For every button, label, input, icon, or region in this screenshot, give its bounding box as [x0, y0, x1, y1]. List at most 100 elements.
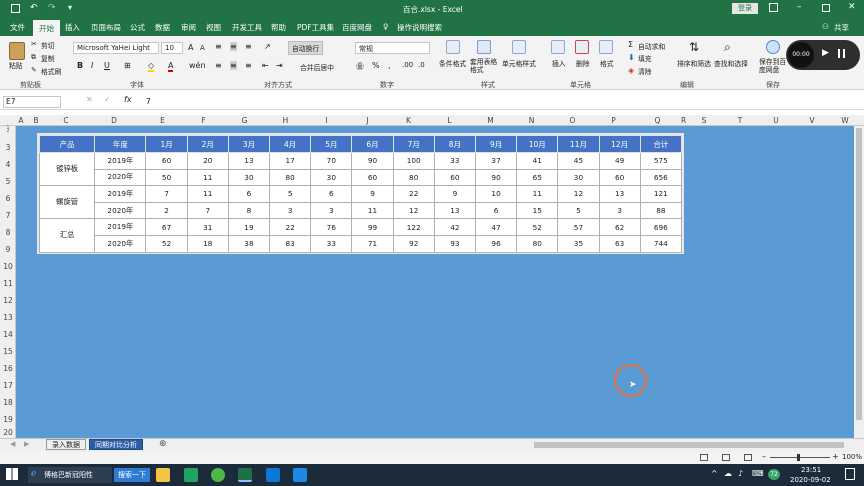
row-header[interactable]: 16: [0, 360, 16, 377]
format-cells-button[interactable]: 格式: [600, 58, 614, 68]
bold-icon[interactable]: B: [77, 61, 83, 70]
value-cell[interactable]: 13: [433, 201, 476, 220]
pause-icon[interactable]: [838, 49, 845, 58]
value-cell[interactable]: 60: [598, 168, 641, 187]
cell-styles-button[interactable]: 单元格样式: [502, 58, 536, 68]
value-cell[interactable]: 38: [227, 234, 271, 253]
name-box[interactable]: E7: [3, 96, 61, 108]
customize-qat-icon[interactable]: ▾: [68, 3, 72, 12]
cut-icon[interactable]: ✂: [31, 40, 37, 48]
value-cell[interactable]: 10: [474, 185, 518, 203]
align-left-icon[interactable]: ≡: [215, 61, 222, 70]
header-cell[interactable]: 11月: [557, 135, 600, 153]
tab-review[interactable]: 审阅: [181, 22, 196, 33]
autosum-button[interactable]: 自动求和: [638, 41, 665, 51]
tab-file[interactable]: 文件: [10, 22, 25, 33]
zoom-slider[interactable]: [770, 457, 830, 458]
value-cell[interactable]: 5: [269, 185, 312, 203]
tray-expand-icon[interactable]: ^: [711, 469, 718, 478]
save-icon[interactable]: [11, 4, 20, 13]
value-cell[interactable]: 80: [392, 168, 435, 187]
value-cell[interactable]: 11: [516, 185, 559, 203]
value-cell[interactable]: 47: [474, 218, 518, 236]
row-header[interactable]: 4: [0, 156, 16, 173]
row-header[interactable]: 14: [0, 326, 16, 343]
clear-icon[interactable]: ◈: [628, 66, 634, 75]
clear-button[interactable]: 清除: [638, 66, 652, 76]
value-cell[interactable]: 90: [474, 168, 518, 187]
header-cell[interactable]: 3月: [227, 135, 271, 153]
tab-page-layout[interactable]: 页面布局: [91, 22, 121, 33]
add-sheet-icon[interactable]: ⊕: [159, 439, 167, 449]
value-cell[interactable]: 11: [351, 201, 394, 220]
format-as-table-button[interactable]: 套用表格格式: [470, 58, 498, 74]
column-header[interactable]: H: [265, 115, 306, 126]
column-header[interactable]: E: [142, 115, 183, 126]
cell-styles-icon[interactable]: [512, 40, 526, 54]
underline-icon[interactable]: U: [104, 61, 110, 70]
header-cell[interactable]: 6月: [351, 135, 394, 153]
value-cell[interactable]: 15: [516, 201, 559, 220]
login-button[interactable]: 登录: [732, 3, 758, 14]
sheet-tab[interactable]: 录入数据: [46, 439, 86, 450]
cancel-entry-icon[interactable]: ✕: [86, 95, 93, 104]
value-cell[interactable]: 575: [639, 152, 683, 170]
prev-sheet-icon[interactable]: ◀: [10, 440, 15, 448]
browser-tab-title[interactable]: 博格巴新冠阳性: [44, 470, 93, 480]
merge-center-button[interactable]: 合并后居中: [300, 62, 334, 72]
paste-button[interactable]: 粘贴: [9, 60, 23, 70]
conditional-format-icon[interactable]: [446, 40, 460, 54]
share-button[interactable]: 共享: [834, 22, 849, 33]
tab-insert[interactable]: 插入: [65, 22, 80, 33]
value-cell[interactable]: 3: [598, 201, 641, 220]
column-header[interactable]: B: [26, 115, 46, 126]
value-cell[interactable]: 30: [310, 168, 353, 187]
value-cell[interactable]: 88: [639, 201, 683, 220]
format-painter-button[interactable]: 格式刷: [41, 66, 61, 76]
value-cell[interactable]: 3: [269, 201, 312, 220]
value-cell[interactable]: 100: [392, 152, 435, 170]
value-cell[interactable]: 656: [639, 168, 683, 187]
value-cell[interactable]: 122: [392, 218, 435, 236]
row-header[interactable]: 3: [0, 139, 16, 156]
value-cell[interactable]: 52: [516, 218, 559, 236]
value-cell[interactable]: 76: [310, 218, 353, 236]
header-cell[interactable]: 8月: [433, 135, 476, 153]
column-header[interactable]: J: [347, 115, 388, 126]
value-cell[interactable]: 8: [227, 201, 271, 220]
format-cells-icon[interactable]: [599, 40, 613, 54]
decrease-indent-icon[interactable]: ⇤: [262, 61, 269, 70]
value-cell[interactable]: 80: [516, 234, 559, 253]
value-cell[interactable]: 60: [351, 168, 394, 187]
search-button[interactable]: 搜索一下: [114, 468, 150, 482]
row-header[interactable]: 5: [0, 173, 16, 190]
row-header[interactable]: 2: [0, 129, 16, 133]
value-cell[interactable]: 92: [392, 234, 435, 253]
delete-cells-button[interactable]: 删除: [576, 58, 590, 68]
value-cell[interactable]: 9: [351, 185, 394, 203]
row-header[interactable]: 12: [0, 292, 16, 309]
insert-cells-button[interactable]: 插入: [552, 58, 566, 68]
column-header[interactable]: S: [686, 115, 722, 126]
value-cell[interactable]: 13: [227, 152, 271, 170]
value-cell[interactable]: 60: [433, 168, 476, 187]
row-header[interactable]: 19: [0, 411, 16, 428]
header-cell[interactable]: 7月: [392, 135, 435, 153]
increase-indent-icon[interactable]: ⇥: [276, 61, 283, 70]
header-cell[interactable]: 12月: [598, 135, 641, 153]
row-header[interactable]: 11: [0, 275, 16, 292]
value-cell[interactable]: 57: [557, 218, 600, 236]
header-cell[interactable]: 产品: [38, 135, 96, 153]
year-cell[interactable]: 2019年: [94, 152, 147, 170]
video-app-icon[interactable]: [293, 468, 307, 482]
align-bottom-icon[interactable]: ≡: [245, 42, 252, 51]
product-cell[interactable]: 汇总: [38, 218, 96, 253]
zoom-in-icon[interactable]: +: [832, 452, 839, 461]
paste-icon[interactable]: [9, 42, 25, 60]
column-header[interactable]: L: [429, 115, 470, 126]
value-cell[interactable]: 22: [392, 185, 435, 203]
comma-icon[interactable]: ,: [388, 61, 391, 70]
cut-button[interactable]: 剪切: [41, 40, 55, 50]
horizontal-scroll-thumb[interactable]: [534, 442, 844, 448]
value-cell[interactable]: 3: [310, 201, 353, 220]
